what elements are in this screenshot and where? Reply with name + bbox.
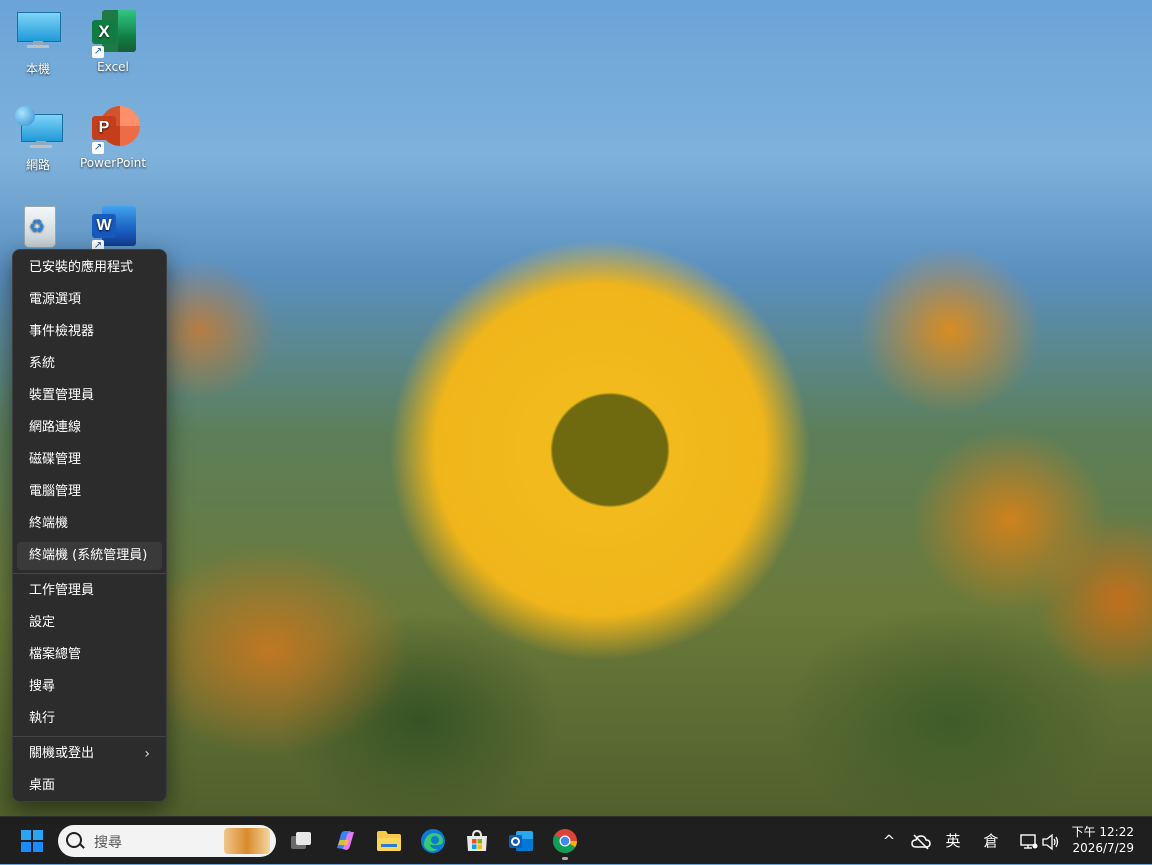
- menu-item-power-options[interactable]: 電源選項: [17, 286, 162, 314]
- copilot-button[interactable]: [327, 823, 363, 859]
- monitor-icon: [15, 10, 61, 56]
- show-hidden-icons-button[interactable]: ^: [878, 817, 900, 865]
- clock[interactable]: 下午 12:22 2026/7/29: [1072, 824, 1134, 856]
- menu-item-system[interactable]: 系統: [17, 350, 162, 378]
- windows-logo-icon: [21, 830, 43, 852]
- volume-icon: [1042, 833, 1059, 850]
- menu-item-event-viewer[interactable]: 事件檢視器: [17, 318, 162, 346]
- store-button[interactable]: [459, 823, 495, 859]
- search-icon: [66, 832, 82, 848]
- recycle-bin-icon: ♻: [15, 204, 61, 250]
- edge-icon: [421, 829, 445, 853]
- edge-button[interactable]: [415, 823, 451, 859]
- menu-item-network-connections[interactable]: 網路連線: [17, 414, 162, 442]
- file-explorer-button[interactable]: [371, 823, 407, 859]
- menu-item-terminal-admin[interactable]: 終端機 (系統管理員): [17, 542, 162, 570]
- task-view-icon: [291, 832, 311, 849]
- outlook-icon: [509, 831, 533, 851]
- search-highlight-tiger-icon: [224, 828, 270, 854]
- quick-settings-button[interactable]: [1016, 817, 1064, 865]
- desktop-icon-label: Excel: [97, 60, 129, 74]
- onedrive-paused-icon[interactable]: [909, 817, 933, 865]
- word-icon: W ↗: [90, 204, 136, 252]
- menu-item-terminal[interactable]: 終端機: [17, 510, 162, 538]
- ime-language-indicator[interactable]: 英: [940, 817, 966, 865]
- chrome-button[interactable]: [547, 823, 583, 860]
- cloud-off-icon: [911, 833, 931, 850]
- desktop-icon-recycle-bin[interactable]: ♻: [3, 204, 73, 254]
- outlook-button[interactable]: [503, 823, 539, 859]
- taskbar-search[interactable]: 搜尋: [58, 825, 276, 857]
- menu-item-disk-management[interactable]: 磁碟管理: [17, 446, 162, 474]
- chevron-right-icon: ›: [144, 746, 150, 762]
- desktop-icon-label: 本機: [25, 62, 50, 76]
- menu-item-run[interactable]: 執行: [17, 705, 162, 733]
- menu-item-file-explorer[interactable]: 檔案總管: [17, 641, 162, 669]
- menu-item-settings[interactable]: 設定: [17, 609, 162, 637]
- desktop-icon-network[interactable]: 網路: [3, 106, 73, 173]
- menu-item-task-manager[interactable]: 工作管理員: [17, 577, 162, 605]
- desktop-icon-this-pc[interactable]: 本機: [3, 10, 73, 77]
- menu-item-label: 關機或登出: [29, 746, 95, 761]
- menu-separator: [13, 573, 166, 574]
- menu-separator: [13, 736, 166, 737]
- folder-icon: [377, 831, 401, 851]
- shortcut-arrow-icon: ↗: [92, 46, 104, 58]
- task-view-button[interactable]: [283, 823, 319, 859]
- menu-item-device-manager[interactable]: 裝置管理員: [17, 382, 162, 410]
- menu-item-computer-management[interactable]: 電腦管理: [17, 478, 162, 506]
- shortcut-arrow-icon: ↗: [92, 142, 104, 154]
- taskbar: 搜尋 ^ 英 倉 下午 12:22 2026/7/29: [0, 816, 1152, 864]
- desktop-icon-powerpoint[interactable]: P ↗ PowerPoint: [78, 106, 148, 170]
- network-status-icon: [1019, 833, 1038, 849]
- chrome-icon: [553, 829, 577, 854]
- desktop-icon-label: PowerPoint: [79, 156, 147, 170]
- excel-icon: X ↗: [90, 10, 136, 58]
- desktop-icon-word[interactable]: W ↗: [78, 204, 148, 254]
- desktop-icon-label: 網路: [25, 158, 50, 172]
- menu-item-search[interactable]: 搜尋: [17, 673, 162, 701]
- search-placeholder: 搜尋: [94, 835, 122, 851]
- quick-link-menu: 已安裝的應用程式 電源選項 事件檢視器 系統 裝置管理員 網路連線 磁碟管理 電…: [12, 249, 167, 802]
- start-button[interactable]: [14, 823, 50, 859]
- menu-item-desktop[interactable]: 桌面: [17, 772, 162, 800]
- clock-time: 下午 12:22: [1071, 825, 1134, 839]
- powerpoint-icon: P ↗: [90, 106, 140, 154]
- copilot-icon: [337, 831, 354, 850]
- ime-mode-indicator[interactable]: 倉: [978, 817, 1004, 865]
- desktop-icon-excel[interactable]: X ↗ Excel: [78, 10, 148, 74]
- menu-item-installed-apps[interactable]: 已安裝的應用程式: [17, 254, 162, 282]
- clock-date: 2026/7/29: [1072, 841, 1134, 855]
- menu-item-shutdown-signout[interactable]: 關機或登出 ›: [17, 740, 162, 768]
- store-icon: [467, 829, 487, 851]
- network-icon: [15, 106, 63, 152]
- running-indicator: [562, 857, 568, 860]
